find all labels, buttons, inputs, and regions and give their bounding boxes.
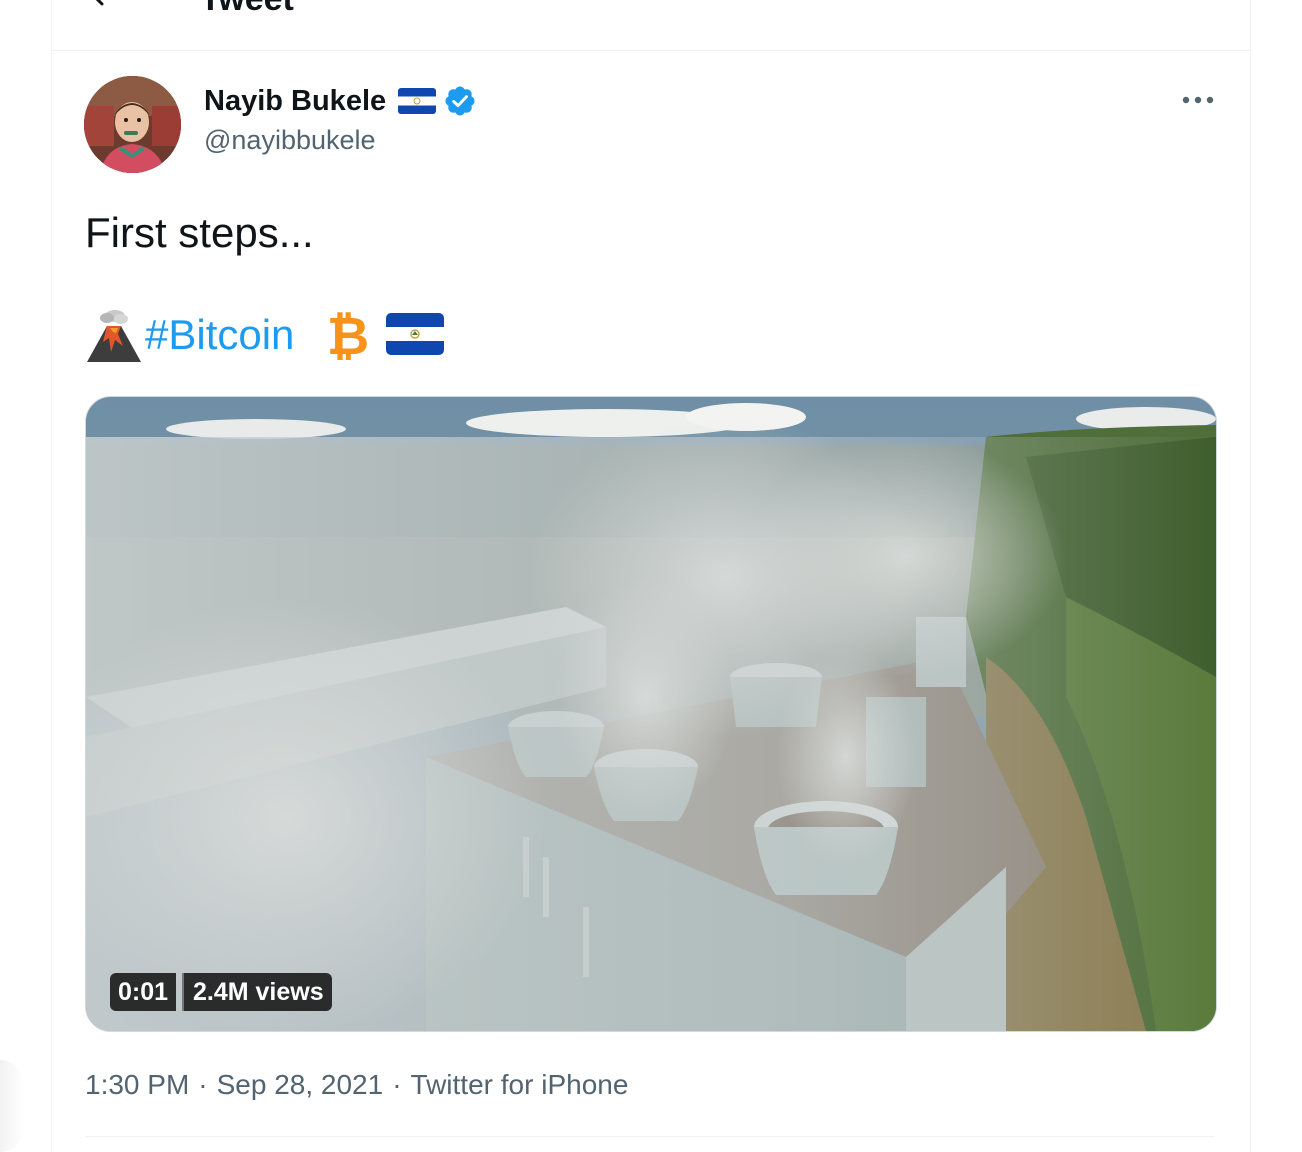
video-views-badge: 2.4M views (182, 973, 332, 1011)
tweet-video[interactable]: 0:01 2.4M views (85, 396, 1217, 1032)
hashtag-link[interactable]: #Bitcoin (145, 310, 294, 360)
tweet-metadata: 1:30 PM · Sep 28, 2021 · Twitter for iPhone (85, 1068, 628, 1102)
more-options-icon[interactable] (1178, 88, 1218, 112)
separator: · (198, 1069, 208, 1100)
edge-shadow (0, 1060, 24, 1152)
tweet-column: Tweet Nayib Bukele (51, 0, 1251, 1152)
el-salvador-flag-icon (386, 313, 444, 355)
divider (85, 1136, 1215, 1137)
page: Tweet Nayib Bukele (0, 0, 1302, 1152)
svg-text:₿: ₿ (327, 307, 369, 364)
tweet-text: First steps... (85, 209, 314, 256)
tweet-time-link[interactable]: 1:30 PM (85, 1069, 189, 1100)
video-frame-image (86, 397, 1216, 1031)
author-handle[interactable]: @nayibbukele (204, 124, 376, 156)
author-name[interactable]: Nayib Bukele (204, 84, 386, 118)
avatar[interactable] (84, 76, 181, 173)
back-arrow-icon[interactable] (88, 0, 128, 14)
el-salvador-flag-icon (398, 88, 436, 114)
page-title: Tweet (200, 0, 294, 16)
separator: · (392, 1069, 402, 1100)
bitcoin-emoji-icon: ₿ (327, 307, 369, 364)
verified-badge-icon (445, 86, 475, 116)
volcano-emoji-icon (87, 310, 141, 362)
tweet-date-link[interactable]: Sep 28, 2021 (217, 1069, 384, 1100)
video-time-badge: 0:01 (110, 973, 177, 1011)
top-bar: Tweet (52, 0, 1250, 51)
tweet-source-link[interactable]: Twitter for iPhone (411, 1069, 629, 1100)
